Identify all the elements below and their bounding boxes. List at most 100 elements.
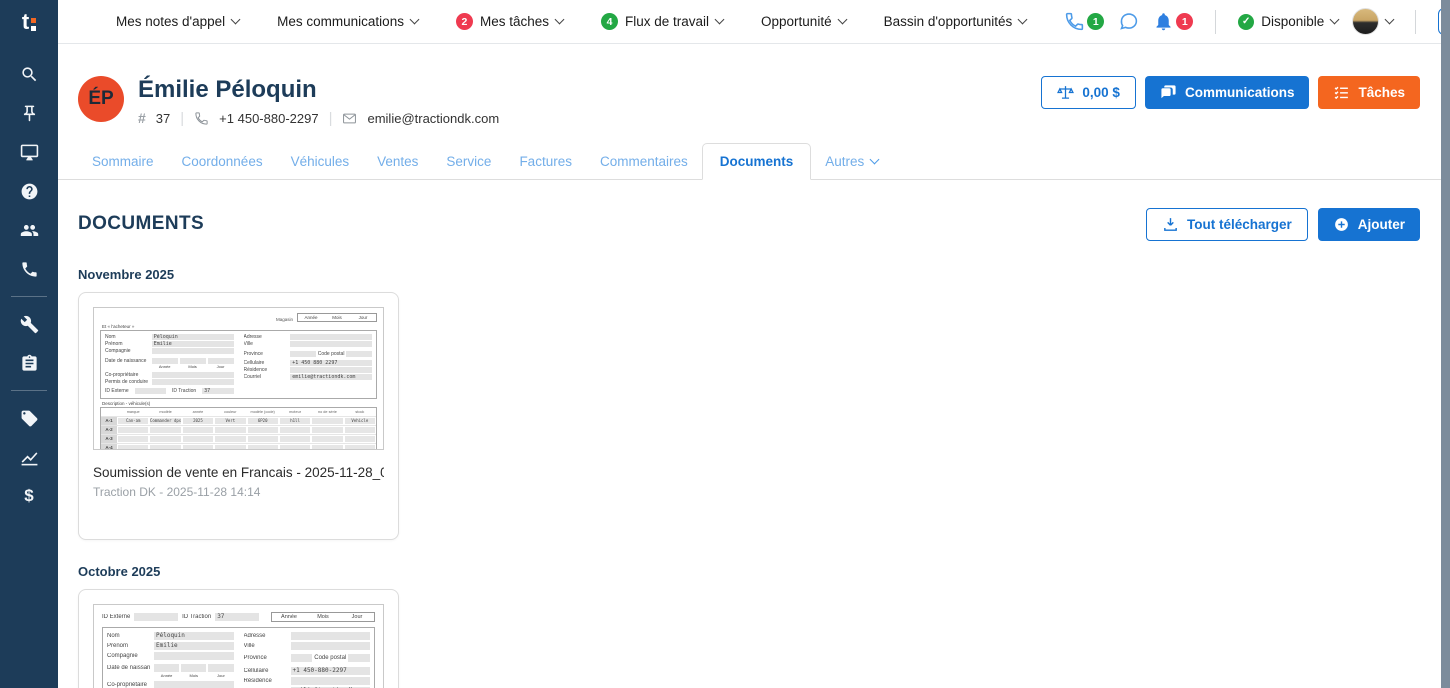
reports-chart-icon[interactable]	[19, 447, 39, 467]
tab-factures[interactable]: Factures	[505, 144, 586, 179]
taches-label: Tâches	[1358, 85, 1405, 100]
document-thumbnail[interactable]: Magasin AnnéeMoisJour Et « l'acheteur » …	[93, 307, 384, 450]
document-card[interactable]: ID ExterneID Traction37 AnnéeMoisJour No…	[78, 589, 399, 688]
tab-commentaires[interactable]: Commentaires	[586, 144, 702, 179]
form-fields-left2: Co-propriétairePermis de conduire	[105, 371, 234, 385]
nav-mes-notes-dappel[interactable]: Mes notes d'appel	[116, 14, 239, 29]
chevron-down-icon	[555, 15, 565, 25]
nav-mes-taches[interactable]: 2 Mes tâches	[456, 13, 563, 30]
top-navigation-bar: Mes notes d'appel Mes communications 2 M…	[58, 0, 1450, 44]
form-fields-right2: Cellulaire+1 450-880-2297RésidenceCourri…	[244, 666, 371, 688]
help-circle-icon[interactable]	[19, 181, 39, 201]
contact-email[interactable]: emilie@tractiondk.com	[367, 111, 499, 126]
chat-bubble-icon[interactable]	[1118, 11, 1139, 32]
availability-status-menu[interactable]: ✓ Disponible	[1238, 14, 1338, 30]
user-menu[interactable]	[1352, 8, 1393, 35]
chevron-down-icon	[231, 15, 241, 25]
customers-icon[interactable]	[19, 220, 39, 240]
nav-mes-communications[interactable]: Mes communications	[277, 14, 418, 29]
available-check-icon: ✓	[1238, 14, 1254, 30]
pin-icon[interactable]	[19, 103, 39, 123]
balance-scale-icon	[1057, 84, 1074, 101]
contact-phone[interactable]: +1 450-880-2297	[219, 111, 318, 126]
traction-logo[interactable]: t	[0, 0, 58, 44]
chevron-down-icon	[837, 15, 847, 25]
logo-colon	[31, 18, 36, 31]
vehicles-table: marquemodèleannéecouleurmodèle (code)mot…	[100, 407, 377, 450]
document-title[interactable]: Soumission de vente en Francais - 2025-1…	[93, 465, 384, 480]
chevron-down-icon	[1330, 15, 1340, 25]
left-sidebar: t $	[0, 0, 58, 688]
tab-coordonnees[interactable]: Coordonnées	[168, 144, 277, 179]
postal-label: Code postal	[318, 351, 345, 357]
nav-bassin-dopportunites[interactable]: Bassin d'opportunités	[884, 14, 1027, 29]
desktop-icon[interactable]	[19, 142, 39, 162]
contact-name: Émilie Péloquin	[138, 76, 499, 104]
topbar-divider	[1215, 10, 1216, 34]
tab-sommaire[interactable]: Sommaire	[78, 144, 168, 179]
form-fields-right2: Cellulaire+1 450 880 2297RésidenceCourri…	[244, 360, 373, 381]
form-fields-left: NomPéloquinPrénomEmilieCompagnie	[105, 334, 234, 355]
plus-circle-icon	[1333, 216, 1350, 233]
id-row: ID ExterneID Traction37	[102, 612, 259, 622]
birth-label: Date de naissance	[105, 358, 149, 364]
billing-dollar-icon[interactable]: $	[19, 486, 39, 506]
chevron-down-icon	[870, 154, 880, 164]
document-thumbnail[interactable]: ID ExterneID Traction37 AnnéeMoisJour No…	[93, 604, 384, 688]
tab-autres[interactable]: Autres	[811, 144, 892, 179]
download-all-button[interactable]: Tout télécharger	[1146, 208, 1308, 241]
chevron-down-icon	[1385, 15, 1395, 25]
download-all-label: Tout télécharger	[1187, 217, 1292, 232]
month-heading-octobre: Octobre 2025	[78, 564, 1420, 579]
birth-sublabels: AnnéeMoisJour	[152, 364, 234, 369]
documents-page: DOCUMENTS Tout télécharger Ajouter Novem…	[58, 180, 1450, 688]
autres-label: Autres	[825, 154, 864, 169]
tab-service[interactable]: Service	[432, 144, 505, 179]
nav-label: Bassin d'opportunités	[884, 14, 1013, 29]
nav-label: Opportunité	[761, 14, 832, 29]
vehicles-title: Description - véhicule(s)	[102, 401, 377, 406]
notifications-count-badge: 1	[1176, 13, 1193, 30]
birth-sublabels: AnnéeMoisJour	[154, 673, 234, 678]
document-card[interactable]: Magasin AnnéeMoisJour Et « l'acheteur » …	[78, 292, 399, 540]
form-fields-left: NomPéloquinPrénomÉmilieCompagnie	[107, 631, 234, 661]
phone-icon[interactable]	[19, 259, 39, 279]
topbar-divider	[1415, 10, 1416, 34]
date-columns: AnnéeMoisJour	[271, 612, 375, 622]
balance-amount: 0,00 $	[1082, 85, 1120, 100]
user-avatar	[1352, 8, 1379, 35]
calls-count-badge: 1	[1087, 13, 1104, 30]
chevron-down-icon	[410, 15, 420, 25]
tasks-count-badge: 2	[456, 13, 473, 30]
task-list-icon	[1333, 84, 1350, 101]
calls-icon[interactable]: 1	[1064, 11, 1104, 32]
balance-button[interactable]: 0,00 $	[1041, 76, 1136, 109]
id-row: ID ExterneID Traction37	[105, 388, 234, 395]
communications-icon	[1160, 84, 1177, 101]
notifications-bell-icon[interactable]: 1	[1153, 11, 1193, 32]
nav-opportunite[interactable]: Opportunité	[761, 14, 846, 29]
add-document-button[interactable]: Ajouter	[1318, 208, 1420, 241]
birth-label: Date de naissance	[107, 665, 150, 671]
download-icon	[1162, 216, 1179, 233]
nav-flux-de-travail[interactable]: 4 Flux de travail	[601, 13, 723, 30]
search-icon[interactable]	[19, 64, 39, 84]
add-label: Ajouter	[1358, 217, 1405, 232]
tab-vehicules[interactable]: Véhicules	[277, 144, 364, 179]
tab-documents[interactable]: Documents	[702, 143, 812, 180]
wrench-icon[interactable]	[19, 314, 39, 334]
clipboard-icon[interactable]	[19, 353, 39, 373]
tab-ventes[interactable]: Ventes	[363, 144, 432, 179]
meta-divider: |	[329, 110, 333, 127]
taches-button[interactable]: Tâches	[1318, 76, 1420, 109]
vertical-scrollbar[interactable]	[1441, 0, 1450, 688]
chevron-down-icon	[1018, 15, 1028, 25]
meta-divider: |	[180, 110, 184, 127]
tag-icon[interactable]	[19, 408, 39, 428]
vehicles-rows: A-1 Can-amCommander dps 2025Vert 6P20h1l…	[101, 417, 376, 450]
date-columns: AnnéeMoisJour	[297, 313, 377, 322]
envelope-icon	[342, 111, 357, 126]
nav-label: Mes notes d'appel	[116, 14, 225, 29]
communications-button[interactable]: Communications	[1145, 76, 1310, 109]
postal-label: Code postal	[314, 655, 346, 661]
